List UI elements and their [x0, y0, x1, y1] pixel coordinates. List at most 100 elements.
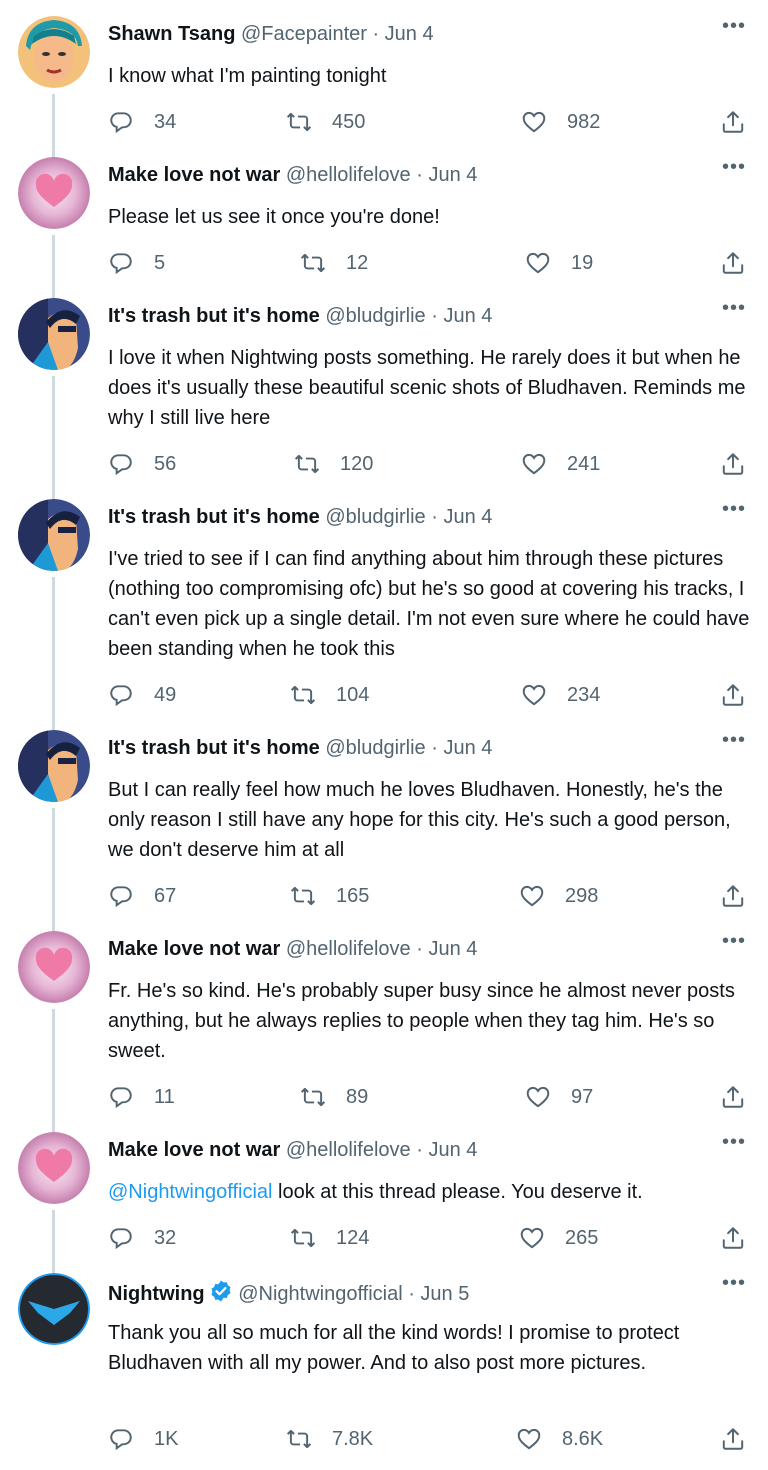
reply-button[interactable]: 49: [108, 681, 176, 709]
more-options-icon[interactable]: •••: [722, 931, 746, 951]
share-button[interactable]: [720, 882, 746, 910]
tweet[interactable]: Nightwing @Nightwingofficial · Jun 5 •••…: [0, 1273, 768, 1463]
more-options-icon[interactable]: •••: [722, 157, 746, 177]
heart-icon: [516, 1426, 542, 1452]
tweet[interactable]: Make love not war @hellolifelove · Jun 4…: [0, 931, 768, 1121]
reply-icon: [108, 250, 134, 276]
tweet-date[interactable]: · Jun 4: [431, 506, 492, 528]
author-handle[interactable]: @bludgirlie: [325, 305, 425, 327]
retweet-button[interactable]: 450: [286, 108, 365, 136]
author-handle[interactable]: @hellolifelove: [286, 1139, 411, 1161]
tweet[interactable]: Make love not war @hellolifelove · Jun 4…: [0, 1132, 768, 1262]
like-button[interactable]: 298: [519, 882, 598, 910]
nightwing-logo-avatar[interactable]: [18, 1273, 90, 1345]
share-button[interactable]: [720, 1224, 746, 1252]
like-button[interactable]: 19: [525, 249, 593, 277]
share-button[interactable]: [720, 1083, 746, 1111]
tweet-date[interactable]: · Jun 4: [416, 938, 477, 960]
share-icon: [720, 1426, 746, 1452]
reply-count: 34: [154, 110, 177, 133]
share-button[interactable]: [720, 249, 746, 277]
more-options-icon[interactable]: •••: [722, 499, 746, 519]
more-options-icon[interactable]: •••: [722, 298, 746, 318]
tweet-date[interactable]: · Jun 5: [408, 1283, 469, 1305]
retweet-button[interactable]: 89: [300, 1083, 368, 1111]
like-button[interactable]: 265: [519, 1224, 598, 1252]
reply-button[interactable]: 32: [108, 1224, 176, 1252]
author-name[interactable]: It's trash but it's home: [108, 737, 320, 759]
author-name[interactable]: Shawn Tsang: [108, 23, 235, 45]
retweet-button[interactable]: 120: [294, 450, 373, 478]
heart-icon: [519, 883, 545, 909]
reply-button[interactable]: 11: [108, 1083, 175, 1111]
reply-button[interactable]: 67: [108, 882, 176, 910]
heart-icon: [521, 109, 547, 135]
like-button[interactable]: 234: [521, 681, 600, 709]
retweet-count: 450: [332, 110, 366, 133]
share-button[interactable]: [720, 1425, 746, 1453]
reply-icon: [108, 1084, 134, 1110]
tweet-date[interactable]: · Jun 4: [416, 1139, 477, 1161]
tweet-header: It's trash but it's home @bludgirlie · J…: [108, 736, 492, 760]
retweet-icon: [300, 250, 326, 276]
more-options-icon[interactable]: •••: [722, 730, 746, 750]
share-button[interactable]: [720, 450, 746, 478]
retweet-button[interactable]: 7.8K: [286, 1425, 373, 1453]
heart-avatar[interactable]: [18, 157, 90, 229]
reply-count: 1K: [154, 1427, 179, 1450]
reply-button[interactable]: 5: [108, 249, 165, 277]
reply-button[interactable]: 1K: [108, 1425, 178, 1453]
reply-button[interactable]: 56: [108, 450, 176, 478]
more-options-icon[interactable]: •••: [722, 1273, 746, 1293]
tweet[interactable]: It's trash but it's home @bludgirlie · J…: [0, 730, 768, 920]
retweet-count: 7.8K: [332, 1427, 374, 1450]
author-handle[interactable]: @Nightwingofficial: [238, 1283, 402, 1305]
author-name[interactable]: Make love not war: [108, 164, 280, 186]
tweet-date[interactable]: · Jun 4: [431, 305, 492, 327]
tweet-date[interactable]: · Jun 4: [372, 23, 433, 45]
author-name[interactable]: Nightwing: [108, 1283, 205, 1305]
tweet-text: Fr. He's so kind. He's probably super bu…: [108, 980, 735, 1062]
tweet-date[interactable]: · Jun 4: [416, 164, 477, 186]
reply-count: 67: [154, 884, 177, 907]
author-name[interactable]: Make love not war: [108, 938, 280, 960]
retweet-button[interactable]: 165: [290, 882, 369, 910]
like-button[interactable]: 8.6K: [516, 1425, 603, 1453]
heart-avatar[interactable]: [18, 1132, 90, 1204]
more-options-icon[interactable]: •••: [722, 16, 746, 36]
reply-button[interactable]: 34: [108, 108, 176, 136]
like-button[interactable]: 982: [521, 108, 600, 136]
author-handle[interactable]: @Facepainter: [241, 23, 367, 45]
author-name[interactable]: It's trash but it's home: [108, 506, 320, 528]
nightwing-art-avatar[interactable]: [18, 730, 90, 802]
retweet-count: 165: [336, 884, 370, 907]
tweet[interactable]: Make love not war @hellolifelove · Jun 4…: [0, 157, 768, 287]
reply-icon: [108, 883, 134, 909]
retweet-button[interactable]: 12: [300, 249, 368, 277]
nightwing-art-avatar[interactable]: [18, 298, 90, 370]
author-handle[interactable]: @bludgirlie: [325, 737, 425, 759]
nightwing-art-avatar[interactable]: [18, 499, 90, 571]
tweet[interactable]: Shawn Tsang @Facepainter · Jun 4 ••• I k…: [0, 16, 768, 146]
author-name[interactable]: It's trash but it's home: [108, 305, 320, 327]
author-handle[interactable]: @hellolifelove: [286, 164, 411, 186]
tweet-date[interactable]: · Jun 4: [431, 737, 492, 759]
share-button[interactable]: [720, 108, 746, 136]
tweet[interactable]: It's trash but it's home @bludgirlie · J…: [0, 298, 768, 488]
tweet-actions: 56 120 241: [108, 450, 748, 478]
author-name[interactable]: Make love not war: [108, 1139, 280, 1161]
tweet[interactable]: It's trash but it's home @bludgirlie · J…: [0, 499, 768, 719]
like-button[interactable]: 97: [525, 1083, 593, 1111]
share-button[interactable]: [720, 681, 746, 709]
tweet-header: Make love not war @hellolifelove · Jun 4: [108, 163, 477, 187]
retweet-button[interactable]: 124: [290, 1224, 369, 1252]
more-options-icon[interactable]: •••: [722, 1132, 746, 1152]
heart-icon: [519, 1225, 545, 1251]
like-button[interactable]: 241: [521, 450, 600, 478]
painter-avatar[interactable]: [18, 16, 90, 88]
retweet-button[interactable]: 104: [290, 681, 369, 709]
author-handle[interactable]: @hellolifelove: [286, 938, 411, 960]
author-handle[interactable]: @bludgirlie: [325, 506, 425, 528]
mention-link[interactable]: @Nightwingofficial: [108, 1181, 272, 1203]
heart-avatar[interactable]: [18, 931, 90, 1003]
